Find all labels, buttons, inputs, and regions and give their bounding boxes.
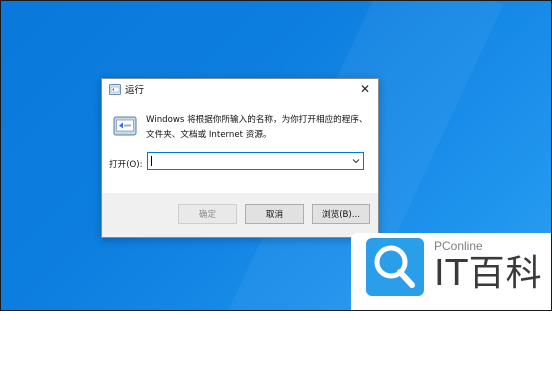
close-button[interactable]: ✕ <box>352 79 378 99</box>
chevron-down-icon <box>352 159 360 164</box>
title-bar[interactable]: 运行 ✕ <box>102 79 378 101</box>
run-dialog: 运行 ✕ Windows 将根据你所输入的名称，为你打开相应的程序、 文件夹、文… <box>101 78 379 238</box>
text-caret <box>151 156 152 166</box>
run-app-icon <box>109 84 121 95</box>
dialog-title: 运行 <box>125 85 145 96</box>
description-line-1: Windows 将根据你所输入的名称，为你打开相应的程序、 <box>146 115 368 125</box>
watermark-brand: IT百科 <box>434 253 543 294</box>
magnifier-logo-icon <box>366 238 424 296</box>
run-dialog-icon <box>113 116 137 136</box>
open-input[interactable] <box>147 152 364 170</box>
browse-button[interactable]: 浏览(B)... <box>312 204 370 224</box>
description-line-2: 文件夹、文档或 Internet 资源。 <box>146 129 272 140</box>
ok-button[interactable]: 确定 <box>178 204 237 224</box>
dialog-description: Windows 将根据你所输入的名称，为你打开相应的程序、 文件夹、文档或 In… <box>146 113 372 142</box>
open-label: 打开(O): <box>109 160 143 170</box>
close-icon: ✕ <box>359 82 371 96</box>
watermark-subtext: PConline <box>434 239 483 253</box>
watermark-logo: PConline IT百科 <box>351 233 551 310</box>
button-bar: 确定 取消 浏览(B)... <box>102 193 378 237</box>
dropdown-toggle[interactable] <box>351 155 361 167</box>
cancel-button[interactable]: 取消 <box>245 204 304 224</box>
